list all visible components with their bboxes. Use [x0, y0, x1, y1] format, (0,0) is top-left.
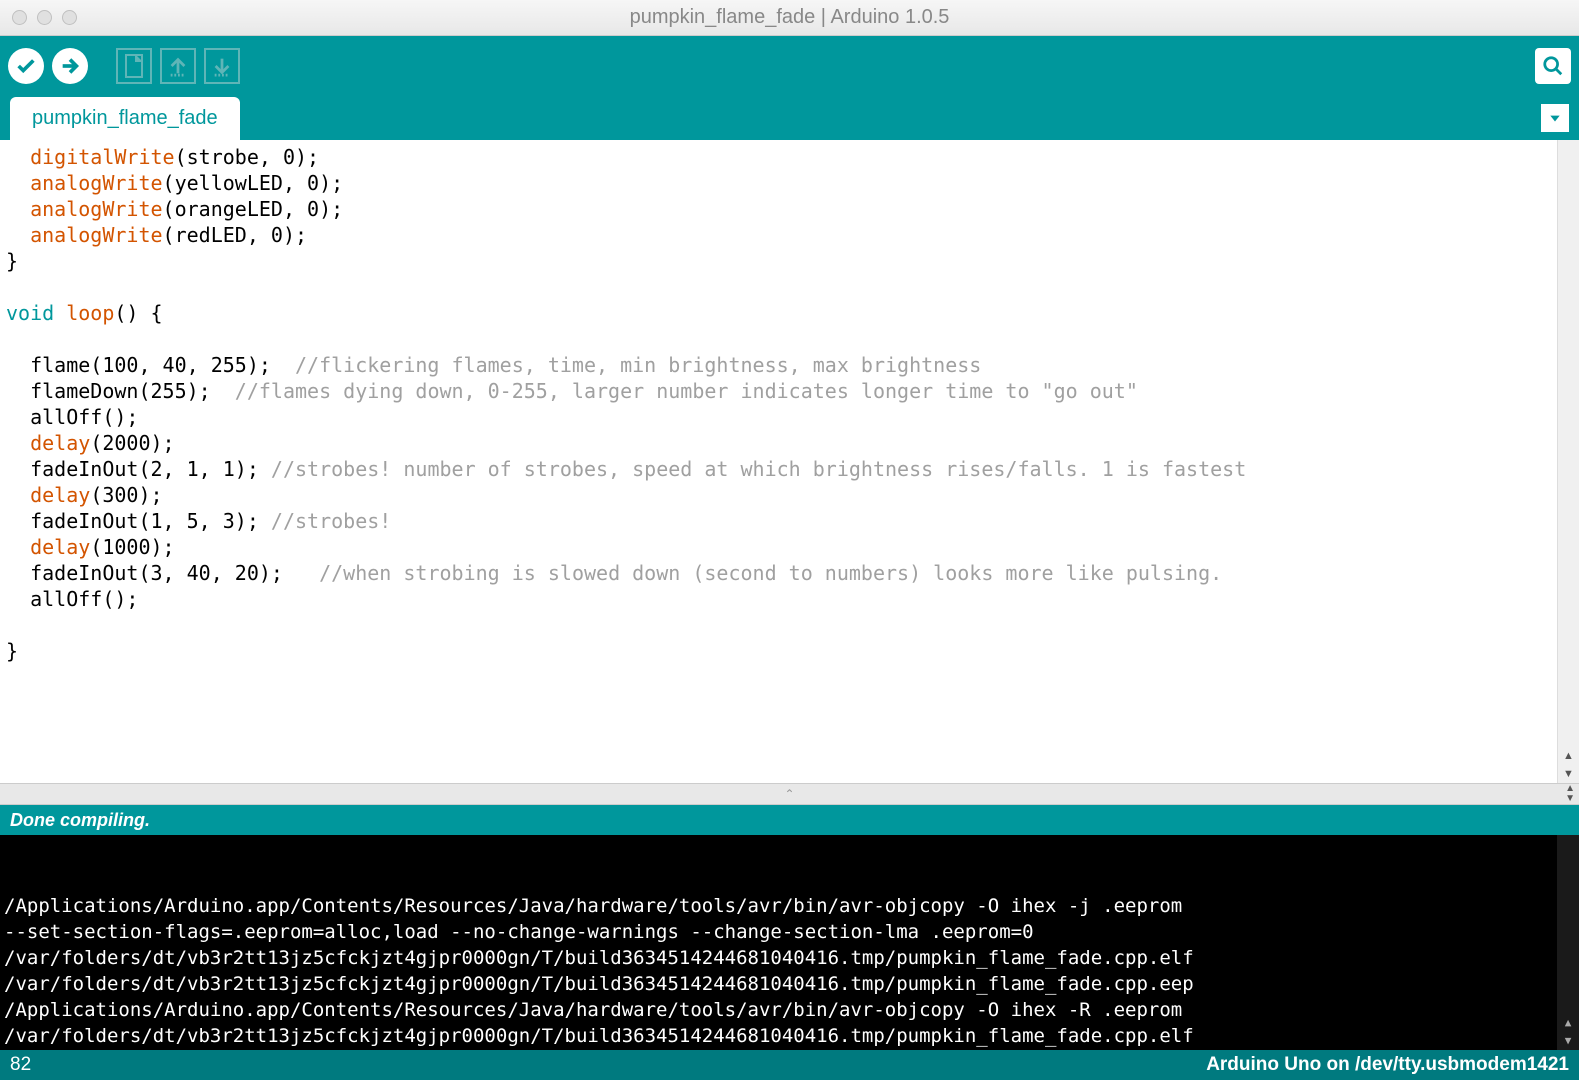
tab-bar: pumpkin_flame_fade: [0, 96, 1579, 140]
grip-icon: ⌃: [784, 787, 794, 801]
scroll-down-icon[interactable]: ▼: [1558, 765, 1579, 783]
check-icon: [15, 55, 37, 77]
status-bar: Done compiling.: [0, 805, 1579, 835]
status-message: Done compiling.: [10, 810, 150, 831]
sketch-tab[interactable]: pumpkin_flame_fade: [10, 97, 240, 140]
sketch-tab-label: pumpkin_flame_fade: [32, 107, 218, 129]
close-window-button[interactable]: [12, 10, 27, 25]
pane-divider[interactable]: ⌃ ▲ ▼: [0, 783, 1579, 805]
open-button[interactable]: [160, 48, 196, 84]
maximize-window-button[interactable]: [62, 10, 77, 25]
console-output[interactable]: /Applications/Arduino.app/Contents/Resou…: [0, 835, 1579, 1050]
console-scrollbar[interactable]: ▲ ▼: [1557, 835, 1579, 1050]
arrow-up-icon: [167, 55, 189, 77]
line-number: 82: [10, 1054, 31, 1076]
scroll-up-icon[interactable]: ▲: [1558, 747, 1579, 765]
tab-menu-button[interactable]: [1541, 104, 1569, 132]
editor-scrollbar[interactable]: ▲ ▼: [1557, 140, 1579, 783]
window-title: pumpkin_flame_fade | Arduino 1.0.5: [630, 6, 950, 29]
new-file-icon: [123, 53, 145, 79]
minimize-window-button[interactable]: [37, 10, 52, 25]
title-bar: pumpkin_flame_fade | Arduino 1.0.5: [0, 0, 1579, 36]
editor-area: digitalWrite(strobe, 0); analogWrite(yel…: [0, 140, 1579, 783]
save-button[interactable]: [204, 48, 240, 84]
serial-monitor-button[interactable]: [1535, 48, 1571, 84]
magnifier-icon: [1542, 55, 1564, 77]
footer-bar: 82 Arduino Uno on /dev/tty.usbmodem1421: [0, 1050, 1579, 1080]
chevron-down-icon: [1548, 111, 1562, 125]
upload-button[interactable]: [52, 48, 88, 84]
scroll-down-icon[interactable]: ▼: [1565, 794, 1575, 804]
arrow-down-icon: [211, 55, 233, 77]
verify-button[interactable]: [8, 48, 44, 84]
new-button[interactable]: [116, 48, 152, 84]
arrow-right-icon: [59, 55, 81, 77]
window-controls: [12, 10, 77, 25]
scroll-down-icon[interactable]: ▼: [1557, 1032, 1579, 1050]
toolbar: [0, 36, 1579, 96]
board-port-info: Arduino Uno on /dev/tty.usbmodem1421: [1206, 1054, 1569, 1076]
code-editor[interactable]: digitalWrite(strobe, 0); analogWrite(yel…: [0, 140, 1557, 783]
